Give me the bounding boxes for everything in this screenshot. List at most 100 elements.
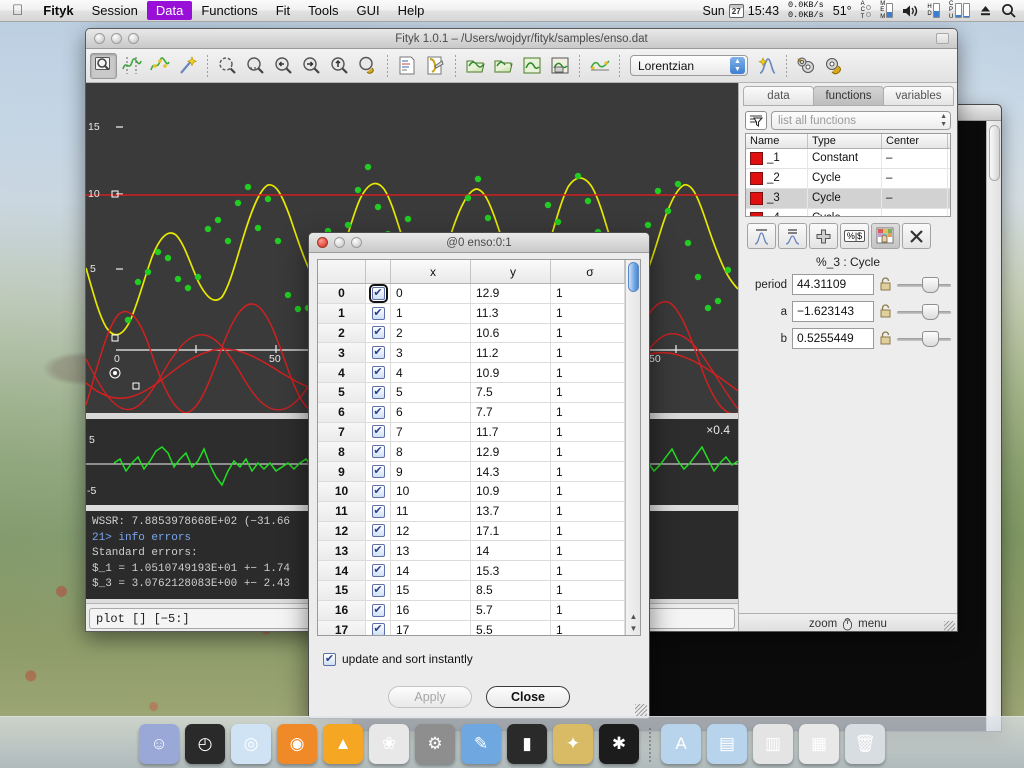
dock-item-firefox[interactable]: ◉	[277, 724, 317, 764]
row-active-cell[interactable]: ✔	[366, 402, 391, 422]
cell-x[interactable]: 11	[391, 501, 471, 521]
row-checkbox[interactable]: ✔	[371, 465, 385, 479]
cell-x[interactable]: 5	[391, 382, 471, 402]
cell-x[interactable]: 3	[391, 343, 471, 363]
cell-sigma[interactable]: 1	[551, 620, 625, 635]
dock-item-applications-folder[interactable]: A	[661, 724, 701, 764]
dialog-maximize-button[interactable]	[351, 237, 362, 248]
cell-x[interactable]: 4	[391, 363, 471, 382]
fityk-toolbar-toggle-button[interactable]	[936, 33, 949, 44]
cell-x[interactable]: 13	[391, 541, 471, 561]
cell-y[interactable]: 8.5	[471, 580, 551, 600]
temperature-indicator[interactable]: 51°	[833, 4, 852, 18]
menubar-item-functions[interactable]: Functions	[192, 1, 266, 20]
zoom-all-button[interactable]	[214, 53, 241, 79]
dock-item-iphoto[interactable]: ❀	[369, 724, 409, 764]
cell-y[interactable]: 10.6	[471, 323, 551, 343]
dock-item-finder[interactable]: ☺	[139, 724, 179, 764]
column-header-active[interactable]	[366, 260, 391, 283]
cell-sigma[interactable]: 1	[551, 462, 625, 481]
dialog-close-button[interactable]	[317, 237, 328, 248]
parameter-value-input[interactable]: 44.31109	[792, 274, 874, 295]
cell-sigma[interactable]: 1	[551, 521, 625, 541]
row-checkbox[interactable]: ✔	[371, 425, 385, 439]
cell-y[interactable]: 12.9	[471, 284, 551, 303]
row-index[interactable]: 2	[318, 323, 366, 343]
row-index[interactable]: 7	[318, 422, 366, 442]
apple-icon[interactable]: 	[0, 3, 34, 18]
data-grid-wrapper[interactable]: x y σ 0 ✔ 0 12.9 1 1 ✔ 1 11.3 1 2 ✔ 2 10.6 1 3 ✔ 3 11.2 1 4 ✔…	[317, 259, 641, 636]
dock-item-inkscape[interactable]: ✦	[553, 724, 593, 764]
row-active-cell[interactable]: ✔	[366, 283, 391, 303]
table-row[interactable]: 16 ✔ 16 5.7 1	[318, 600, 625, 621]
zoom-forward-button[interactable]	[298, 53, 325, 79]
color-picker-button[interactable]	[871, 223, 900, 249]
apply-button[interactable]: Apply	[388, 686, 472, 708]
cell-y[interactable]: 7.5	[471, 382, 551, 402]
dialog-titlebar[interactable]: @0 enso:0:1	[309, 233, 649, 253]
spotlight-search-icon[interactable]	[1001, 3, 1016, 18]
lock-icon[interactable]	[879, 304, 892, 319]
table-row[interactable]: 13 ✔ 13 14 1	[318, 541, 625, 562]
cell-y[interactable]: 15.3	[471, 561, 551, 580]
open-data-button[interactable]	[462, 53, 489, 79]
add-peak-button[interactable]	[753, 53, 780, 79]
table-row[interactable]: 14 ✔ 14 15.3 1	[318, 561, 625, 581]
parameter-value-input[interactable]: −1.623143	[792, 301, 874, 322]
fityk-titlebar[interactable]: Fityk 1.0.1 – /Users/wojdyr/fityk/sample…	[86, 29, 957, 49]
percent-dollar-button[interactable]: %|$	[840, 223, 869, 249]
menubar-clock[interactable]: Sun 27 15:43	[703, 3, 779, 18]
peak-snap-button[interactable]	[778, 223, 807, 249]
dialog-resize-grip[interactable]	[635, 704, 647, 716]
cell-sigma[interactable]: 1	[551, 303, 625, 323]
cell-y[interactable]: 5.5	[471, 620, 551, 635]
menubar-status-items[interactable]: Sun 27 15:43 0.0KB/s 0.0KB/s 51° ACT MEM	[703, 0, 1024, 21]
menubar-item-gui[interactable]: GUI	[348, 1, 389, 20]
row-checkbox[interactable]: ✔	[371, 623, 385, 635]
row-checkbox[interactable]: ✔	[371, 385, 385, 399]
column-header-y[interactable]: y	[471, 260, 551, 283]
baseline-button[interactable]	[586, 53, 613, 79]
parameter-toolbar[interactable]: %|$	[747, 223, 949, 249]
dock-item-downloads-stack[interactable]: ▥	[753, 724, 793, 764]
function-row[interactable]: _1 Constant –	[746, 148, 950, 169]
table-row[interactable]: 9 ✔ 9 14.3 1	[318, 462, 625, 482]
cell-sigma[interactable]: 1	[551, 323, 625, 343]
network-speed-monitor[interactable]: 0.0KB/s 0.0KB/s	[788, 0, 824, 20]
row-index[interactable]: 3	[318, 343, 366, 363]
table-row[interactable]: 7 ✔ 7 11.7 1	[318, 422, 625, 443]
row-checkbox[interactable]: ✔	[371, 445, 385, 459]
function-filter-combo[interactable]: list all functions ▲ ▼	[771, 111, 951, 130]
row-active-cell[interactable]: ✔	[366, 580, 391, 600]
tab-variables[interactable]: variables	[883, 86, 954, 106]
cell-y[interactable]: 7.7	[471, 402, 551, 422]
row-active-cell[interactable]: ✔	[366, 382, 391, 402]
undo-settings-button[interactable]	[821, 53, 848, 79]
open-session-button[interactable]	[490, 53, 517, 79]
table-row[interactable]: 17 ✔ 17 5.5 1	[318, 620, 625, 635]
data-range-mode-button[interactable]	[118, 53, 145, 79]
cell-x[interactable]: 0	[391, 284, 471, 303]
dock-item-documents-folder[interactable]: ▤	[707, 724, 747, 764]
cell-x[interactable]: 6	[391, 402, 471, 422]
tab-functions[interactable]: functions	[813, 86, 884, 106]
function-color-swatch[interactable]	[750, 172, 763, 185]
table-row[interactable]: 11 ✔ 11 13.7 1	[318, 501, 625, 522]
resize-grip[interactable]	[944, 621, 955, 631]
row-active-cell[interactable]: ✔	[366, 600, 391, 620]
cell-x[interactable]: 7	[391, 422, 471, 442]
lock-icon[interactable]	[879, 331, 892, 346]
row-active-cell[interactable]: ✔	[366, 462, 391, 481]
cell-x[interactable]: 9	[391, 462, 471, 481]
parameter-value-input[interactable]: 0.5255449	[792, 328, 874, 349]
auto-add-button[interactable]	[174, 53, 201, 79]
table-row[interactable]: 0 ✔ 0 12.9 1	[318, 283, 625, 304]
menubar-item-help[interactable]: Help	[389, 1, 434, 20]
cell-x[interactable]: 16	[391, 600, 471, 620]
new-script-button[interactable]	[394, 53, 421, 79]
column-header-sigma[interactable]: σ	[551, 260, 625, 283]
dock-item-dashboard[interactable]: ◴	[185, 724, 225, 764]
row-active-cell[interactable]: ✔	[366, 501, 391, 521]
macos-dock[interactable]: ☺ ◴ ◎ ◉ ▲ ❀ ⚙ ✎ ▮ ✦ ✱ A ▤ ▥ ▦ 🗑	[0, 716, 1024, 768]
row-active-cell[interactable]: ✔	[366, 323, 391, 343]
